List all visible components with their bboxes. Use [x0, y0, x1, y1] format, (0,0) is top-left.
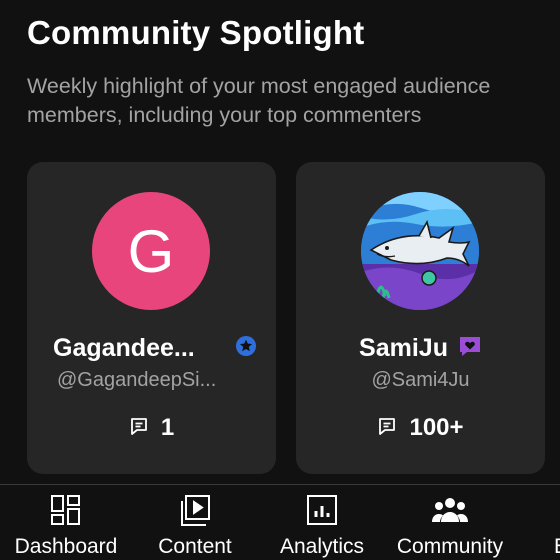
heart-badge-icon	[458, 334, 482, 363]
comment-icon	[377, 416, 397, 441]
nav-label: Dashboard	[14, 535, 118, 558]
nav-label: Community	[396, 535, 504, 558]
avatar-initial: G	[127, 217, 175, 285]
nav-item-content[interactable]: Content	[150, 485, 240, 560]
member-name: Gagandee...	[53, 334, 195, 362]
nav-item-earn[interactable]: E	[546, 485, 560, 560]
page-title: Community Spotlight	[27, 14, 365, 51]
comment-icon	[129, 416, 149, 441]
community-spotlight-page: Community Spotlight Weekly highlight of …	[0, 0, 560, 560]
nav-item-community[interactable]: Community	[388, 485, 512, 560]
member-name: SamiJu	[359, 334, 448, 362]
spotlight-card-gagandeep[interactable]: G Gagandee... @GagandeepSi... 1	[27, 162, 276, 474]
community-icon	[432, 494, 468, 526]
bottom-navigation: Dashboard Content Analytics Community	[0, 484, 560, 560]
name-row: Gagandee...	[27, 334, 276, 363]
dashboard-icon	[50, 494, 82, 526]
nav-label: Content	[158, 535, 232, 558]
star-badge-icon	[235, 335, 257, 362]
shark-avatar-image	[361, 192, 479, 310]
comment-count: 100+	[409, 414, 464, 441]
analytics-icon	[306, 494, 338, 526]
nav-item-dashboard[interactable]: Dashboard	[8, 485, 124, 560]
member-handle: @Sami4Ju	[371, 369, 470, 391]
member-handle: @GagandeepSi...	[57, 369, 217, 391]
nav-label: Analytics	[279, 535, 365, 558]
spotlight-card-samiju[interactable]: SamiJu @Sami4Ju 100+	[296, 162, 545, 474]
nav-label: E	[554, 535, 560, 559]
content-icon	[179, 494, 211, 526]
comment-count-row: 1	[27, 414, 276, 442]
comment-count: 1	[160, 414, 175, 441]
nav-item-analytics[interactable]: Analytics	[272, 485, 372, 560]
page-subtitle: Weekly highlight of your most engaged au…	[27, 74, 491, 127]
avatar[interactable]	[361, 192, 479, 310]
name-row: SamiJu	[296, 334, 545, 363]
avatar[interactable]: G	[92, 192, 210, 310]
comment-count-row: 100+	[296, 414, 545, 442]
